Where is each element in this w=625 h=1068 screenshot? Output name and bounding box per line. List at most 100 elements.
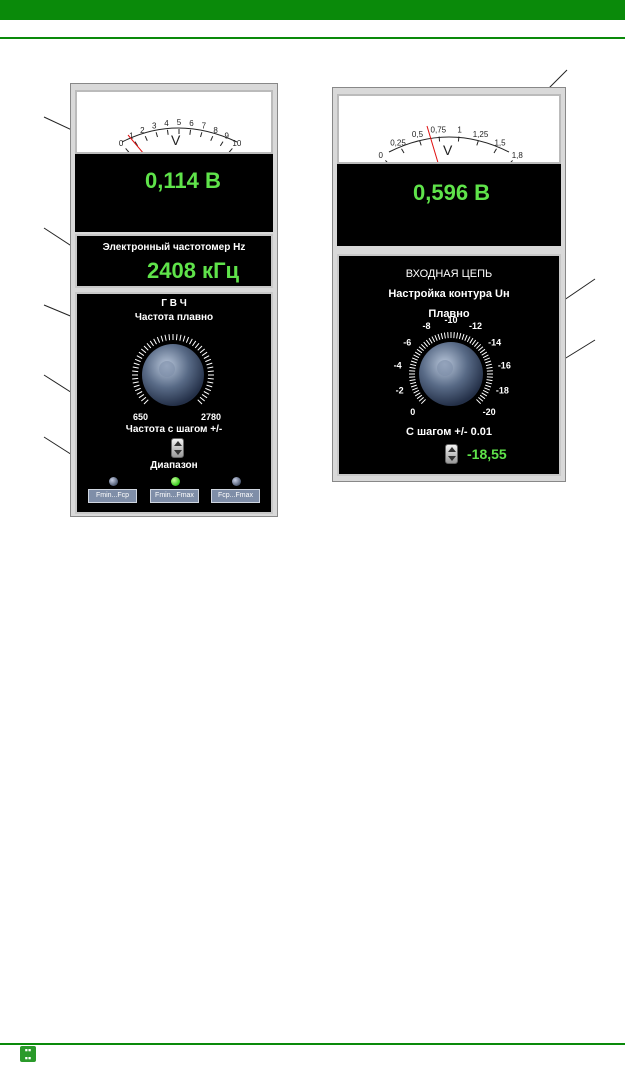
scale-tick-label: 0,5 [412,130,424,139]
scale-tick [419,140,422,146]
scale-tick [125,148,130,152]
knob-tick [149,340,154,347]
knob-tick [201,351,208,356]
frequency-counter-title: Электронный частотомер Hz [102,242,246,253]
tuning-dial-labels: 0 -2 -4 -6 -8 -10 -12 -14 -16 -18 -20 [394,315,511,417]
scale-tick-label: 9 [224,132,229,141]
frequency-counter-panel: Электронный частотомер Hz 2408 кГц [75,234,273,288]
knob-tick [146,342,152,349]
knob-tick [140,348,147,354]
scale-tick [155,132,158,138]
scale-tick-label: 1,5 [494,139,506,148]
knob-tick [207,381,214,384]
scale-tick [189,129,192,135]
scale-tick [476,140,479,146]
knob-min-label: 650 [133,412,149,422]
stepper-down-icon[interactable] [174,450,182,455]
knob-tick [199,396,206,402]
scale-tick-label: 8 [213,126,218,135]
knob-tick [205,358,212,363]
stepper-up-icon[interactable] [448,447,456,452]
scale-tick [144,135,148,141]
range-button-high[interactable]: Fср...Fmax [211,489,260,503]
knob-tick [132,370,139,373]
right-instrument-panel: 0 0,25 0,5 0,75 1 1,25 1,5 1,8 V 0,596 В ВХОДНА… [332,87,566,482]
range-led-3 [232,477,241,486]
frequency-step-label: Частота с шагом +/- [125,424,223,435]
stepper-up-icon[interactable] [174,441,182,446]
knob-tick [207,366,214,369]
right-voltage-display: 0,596 В [337,164,561,246]
knob-tick [133,362,140,366]
scale-tick [401,148,405,154]
knob-tick [207,377,214,380]
knob-tick [140,396,147,402]
range-button-low[interactable]: Fmin...Fср [88,489,137,503]
dial-label: -14 [488,337,501,347]
scale-tick-label: 0 [119,139,124,148]
dial-label: -20 [483,407,496,417]
range-label: Диапазон [150,460,198,471]
scale-tick [228,148,233,152]
dial-label: -16 [498,361,511,371]
knob-tick [189,338,193,345]
dial-label: -2 [396,386,404,396]
knob-tick [134,387,141,392]
input-circuit-panel: ВХОДНАЯ ЦЕПЬ Настройка контура Uн Плавно… [337,254,561,476]
knob-tick [156,336,161,343]
stepper-down-icon[interactable] [448,456,456,461]
knob-tick [168,334,171,341]
top-bar [0,0,625,20]
scale-tick [385,160,388,162]
scale-tick-label: 3 [152,121,157,130]
knob-tick [133,384,140,388]
scale-tick-label: 5 [177,118,182,127]
knob-tick [194,342,200,349]
knob-tick [134,358,141,363]
dial-label: 0 [410,407,415,417]
knob-tick [153,338,157,345]
scale-tick-label: 0 [379,151,384,160]
input-step-label: С шагом +/- 0.01 [405,426,493,438]
knob-tick [143,399,149,405]
knob-tick [136,355,143,359]
right-voltmeter-face: 0 0,25 0,5 0,75 1 1,25 1,5 1,8 V [337,94,561,164]
scale-tick-label: 1 [457,126,462,135]
input-value-readout: -18,55 [467,446,507,462]
knob-tick [182,335,186,342]
scale-tick-label: 0,75 [431,126,447,135]
input-stepper[interactable] [445,444,458,464]
knob-tick [160,335,164,342]
left-voltage-display: 0,114 В [75,154,273,232]
scale-tick [493,148,497,154]
dial-label: -6 [403,337,411,347]
knob-tick [138,394,145,399]
knob-max-label: 2780 [201,412,222,422]
frequency-stepper[interactable] [171,438,184,458]
knob-tick [206,384,213,388]
frequency-knob[interactable] [128,330,218,420]
knob-tick [185,336,190,343]
knob-tick [138,351,145,356]
scale-tick-label: 10 [232,139,241,148]
generator-panel: Г В Ч Частота плавно 650 2780 Частота с … [75,292,273,514]
knob-tick [201,394,208,399]
dial-label: -8 [422,321,430,331]
knob-tick [164,334,167,341]
left-voltage-readout: 0,114 В [145,168,221,193]
range-button-full[interactable]: Fmin...Fmax [150,489,199,503]
dial-label: -12 [469,321,482,331]
scale-tick [510,160,513,162]
knob-tick [197,399,203,405]
scale-tick-label: 6 [189,119,194,128]
generator-title: Г В Ч [161,298,187,309]
knob-tick [192,340,197,347]
knob-tick [132,381,139,384]
knob-tick [175,334,178,341]
left-unit-label: V [171,132,181,148]
scale-tick-label: 4 [164,119,169,128]
right-voltage-readout: 0,596 В [413,180,491,205]
scale-tick [210,135,214,141]
dial-label: -18 [496,386,509,396]
knob-tick [143,345,149,351]
